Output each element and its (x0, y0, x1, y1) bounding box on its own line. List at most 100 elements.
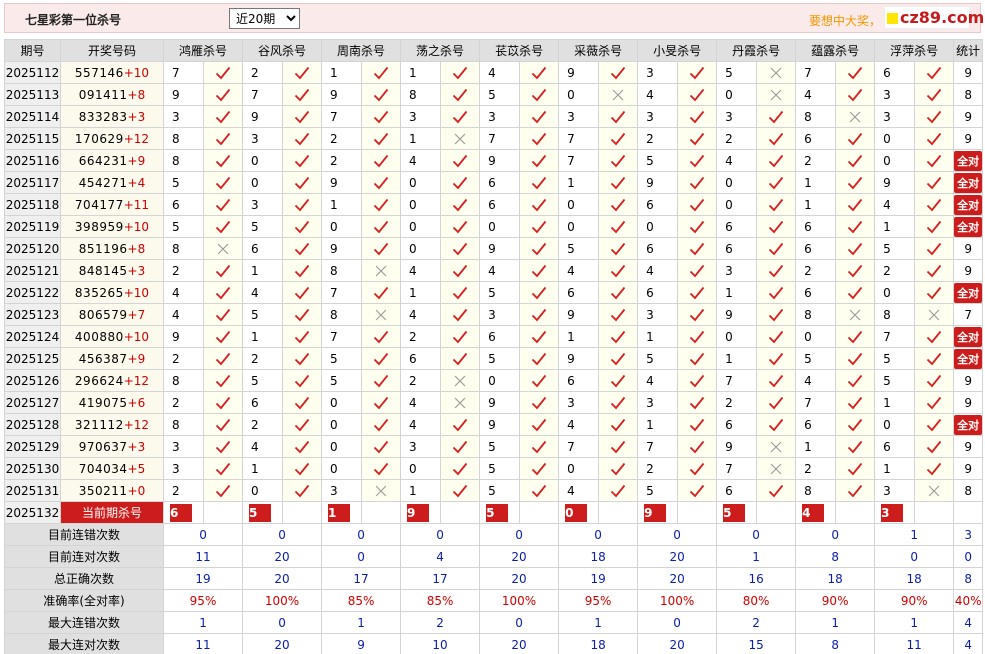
row-total: 9 (964, 263, 972, 278)
stats-value: 0 (558, 523, 639, 546)
check-mark-icon (914, 237, 955, 260)
row-total-cell: 全对 (953, 347, 984, 370)
stats-total: 0 (953, 545, 984, 568)
stats-value: 0 (400, 523, 481, 546)
stats-value: 16 (716, 567, 797, 590)
stats-value: 19 (558, 567, 639, 590)
cross-mark-icon (914, 303, 955, 326)
row-total: 9 (964, 439, 972, 454)
kill-value: 9 (321, 237, 363, 260)
check-mark-icon (282, 83, 323, 106)
draw-numbers: 400880 (74, 329, 124, 344)
draw-numbers: 970637 (78, 439, 128, 454)
check-mark-icon (835, 325, 876, 348)
kill-value: 4 (400, 303, 442, 326)
site-logo[interactable]: cz89.com (884, 6, 984, 29)
check-mark-icon (835, 83, 876, 106)
current-kill-value: 4 (802, 503, 825, 522)
check-mark-icon (282, 457, 323, 480)
draw-numbers-cell: 851196+8 (60, 237, 164, 260)
col-header-killer[interactable]: 苌苡杀号 (479, 39, 560, 62)
row-total-cell: 8 (953, 479, 984, 502)
kill-value: 8 (163, 369, 204, 392)
check-mark-icon (835, 347, 876, 370)
current-kill-blank (202, 501, 244, 524)
draw-numbers: 851196 (78, 241, 128, 256)
kill-value: 9 (242, 105, 284, 128)
kill-value: 4 (795, 369, 837, 392)
stats-value: 85% (321, 589, 402, 612)
check-mark-icon (440, 479, 481, 502)
col-header-total: 统计 (953, 39, 984, 62)
stats-value: 1 (874, 523, 955, 546)
col-header-killer[interactable]: 蕴露杀号 (795, 39, 876, 62)
col-header-killer[interactable]: 小旻杀号 (637, 39, 718, 62)
col-header-killer[interactable]: 鸿雁杀号 (162, 39, 244, 62)
draw-numbers: 456387 (78, 351, 128, 366)
kill-value: 4 (874, 193, 916, 216)
check-mark-icon (361, 347, 402, 370)
draw-numbers-cell: 398959+10 (60, 215, 164, 238)
check-mark-icon (440, 303, 481, 326)
stats-value: 20 (242, 545, 323, 568)
stats-label: 准确率(全对率) (4, 589, 164, 612)
row-total-cell: 全对 (953, 171, 984, 194)
check-mark-icon (598, 391, 639, 414)
kill-value: 2 (321, 149, 363, 172)
col-header-killer[interactable]: 谷风杀号 (242, 39, 323, 62)
col-header-killer[interactable]: 荡之杀号 (400, 39, 481, 62)
draw-numbers: 835265 (74, 285, 124, 300)
kill-value: 4 (400, 413, 442, 436)
kill-value: 0 (558, 83, 600, 106)
stats-total: 8 (953, 567, 984, 590)
kill-value: 7 (242, 83, 284, 106)
current-kill-cell: 4 (795, 501, 837, 524)
kill-value: 5 (874, 369, 916, 392)
check-mark-icon (519, 171, 560, 194)
check-mark-icon (361, 61, 402, 84)
draw-numbers-cell: 419075+6 (60, 391, 164, 414)
kill-value: 3 (400, 105, 442, 128)
draw-numbers: 398959 (74, 219, 124, 234)
col-header-killer[interactable]: 丹霞杀号 (716, 39, 797, 62)
kill-value: 9 (163, 83, 204, 106)
period-select[interactable]: 近20期 (229, 8, 300, 29)
table-row: 2025112 557146+10 7 2 1 1 4 9 3 5 7 6 9 (4, 61, 984, 84)
kill-value: 1 (716, 347, 758, 370)
check-mark-icon (835, 171, 876, 194)
check-mark-icon (440, 347, 481, 370)
col-header-killer[interactable]: 采薇杀号 (558, 39, 639, 62)
check-mark-icon (835, 479, 876, 502)
kill-value: 3 (242, 193, 284, 216)
kill-value: 3 (163, 435, 204, 458)
table-row: 2025127 419075+6 2 6 0 4 9 3 3 2 7 1 9 (4, 391, 984, 414)
kill-value: 8 (321, 259, 363, 282)
kill-number-table: 期号 开奖号码 鸿雁杀号 谷风杀号 周南杀号 荡之杀号 苌苡杀号 采薇杀号 小旻… (4, 39, 984, 654)
check-mark-icon (914, 457, 955, 480)
check-mark-icon (677, 479, 718, 502)
col-header-killer[interactable]: 周南杀号 (321, 39, 402, 62)
check-mark-icon (598, 347, 639, 370)
kill-value: 5 (321, 369, 363, 392)
current-kill-blank (519, 501, 560, 524)
check-mark-icon (361, 435, 402, 458)
stats-value: 20 (637, 633, 718, 654)
kill-value: 1 (874, 215, 916, 238)
kill-value: 9 (321, 83, 363, 106)
kill-value: 7 (479, 127, 521, 150)
kill-value: 3 (874, 479, 916, 502)
check-mark-icon (282, 237, 323, 260)
stats-row: 准确率(全对率) 95% 100% 85% 85% 100% 95% 100% 80% 90% 90… (4, 589, 984, 612)
kill-value: 1 (637, 413, 679, 436)
table-row: 2025129 970637+3 3 4 0 3 5 7 7 9 1 6 9 (4, 435, 984, 458)
promo-text[interactable]: 要想中大奖， (809, 12, 881, 29)
check-mark-icon (598, 105, 639, 128)
kill-value: 0 (558, 193, 600, 216)
kill-value: 0 (874, 149, 916, 172)
kill-value: 4 (163, 281, 204, 304)
check-mark-icon (202, 413, 244, 436)
col-header-killer[interactable]: 浮萍杀号 (874, 39, 955, 62)
table-row: 2025120 851196+8 8 6 9 0 9 5 6 6 6 5 9 (4, 237, 984, 260)
cross-mark-icon (361, 259, 402, 282)
draw-numbers: 664231 (78, 153, 128, 168)
